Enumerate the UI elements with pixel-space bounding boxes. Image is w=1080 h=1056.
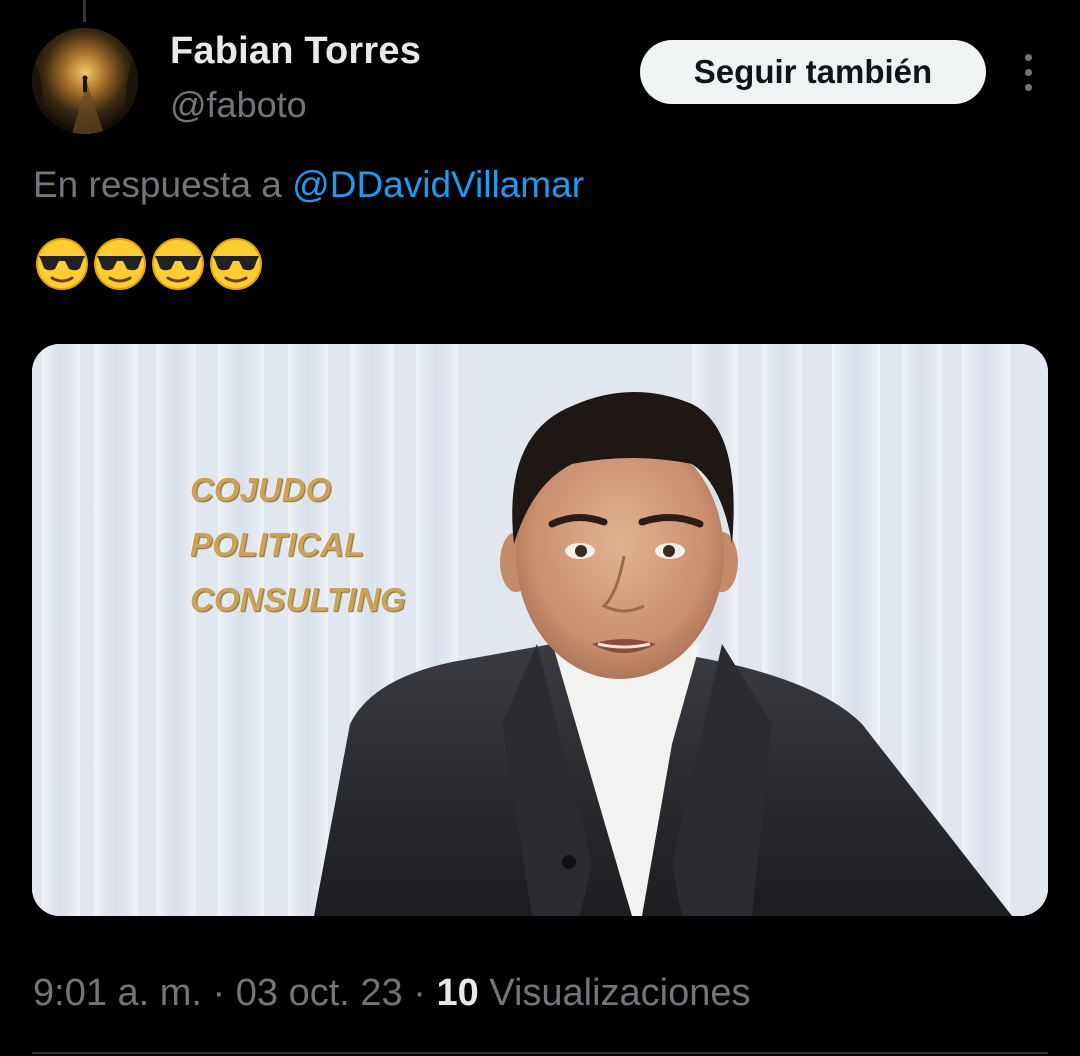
author-display-name[interactable]: Fabian Torres: [170, 30, 421, 73]
more-options-icon[interactable]: [1008, 52, 1048, 92]
reply-context: En respuesta a @DDavidVillamar: [33, 164, 584, 206]
views-label[interactable]: Visualizaciones: [489, 972, 750, 1014]
more-dot: [1024, 83, 1032, 91]
overlay-line: CONSULTING: [190, 581, 406, 618]
meta-separator: ·: [413, 972, 426, 1014]
media-photo: [32, 344, 1048, 916]
tweet-time[interactable]: 9:01 a. m.: [33, 972, 202, 1014]
avatar-photo-icon: [32, 28, 138, 134]
more-dot: [1024, 53, 1032, 61]
sunglasses-emoji-icon: [210, 238, 262, 290]
tweet: Fabian Torres @faboto Seguir también En …: [0, 0, 1080, 1056]
meta-separator: ·: [212, 972, 226, 1014]
follow-button[interactable]: Seguir también: [640, 40, 986, 104]
views-count[interactable]: 10: [436, 972, 478, 1014]
overlay-line: COJUDO: [190, 471, 332, 508]
sunglasses-emoji-icon: [94, 238, 146, 290]
sunglasses-emoji-icon: [152, 238, 204, 290]
author-avatar[interactable]: [32, 28, 138, 134]
tweet-text: [34, 236, 264, 292]
sunglasses-emoji-icon: [36, 238, 88, 290]
tweet-meta: 9:01 a. m. · 03 oct. 23 · 10 Visualizaci…: [33, 972, 751, 1015]
reply-prefix: En respuesta a: [33, 164, 282, 205]
media-overlay-caption: COJUDO POLITICAL CONSULTING: [190, 462, 406, 627]
divider: [32, 1052, 1048, 1054]
overlay-line: POLITICAL: [190, 526, 365, 563]
more-dot: [1024, 68, 1032, 76]
thread-connector-line: [83, 0, 86, 22]
author-handle[interactable]: @faboto: [170, 84, 307, 126]
tweet-media-image[interactable]: COJUDO POLITICAL CONSULTING: [32, 344, 1048, 916]
tweet-date[interactable]: 03 oct. 23: [236, 972, 403, 1014]
reply-mention-link[interactable]: @DDavidVillamar: [292, 164, 584, 205]
